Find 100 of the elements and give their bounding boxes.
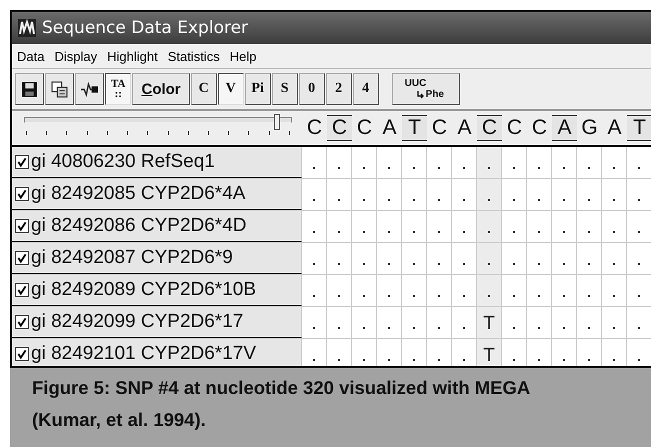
slider-thumb[interactable]: [274, 114, 280, 130]
toolbar-button[interactable]: 4: [352, 73, 379, 105]
checkbox[interactable]: [15, 187, 29, 201]
table-cell: .: [427, 211, 452, 242]
site-header-cell: A: [552, 115, 577, 141]
table-cell: .: [352, 243, 377, 274]
table-cell: .: [527, 179, 552, 210]
menu-item[interactable]: Highlight: [107, 48, 158, 64]
table-cell: .: [352, 275, 377, 306]
toolbar-button[interactable]: 2: [326, 73, 352, 105]
table-cell: .: [527, 211, 552, 242]
table-cell: .: [427, 243, 452, 274]
table-cell: .: [577, 211, 602, 242]
table-cell: .: [477, 243, 502, 274]
menu-item[interactable]: Help: [230, 48, 256, 64]
table-cell: .: [502, 147, 527, 178]
app-logo-icon: [18, 19, 36, 37]
table-cell: .: [327, 211, 352, 242]
color-button[interactable]: Color: [132, 73, 190, 105]
toolbar-button[interactable]: S: [272, 73, 298, 105]
translate-button[interactable]: TA ::: [105, 73, 132, 105]
table-cell: .: [552, 211, 577, 242]
table-cell: .: [502, 211, 527, 242]
toolbar-button[interactable]: V: [218, 73, 244, 105]
figure-caption: (Kumar, et al. 1994).: [32, 408, 206, 432]
table-cell: .: [577, 179, 602, 210]
table-cell: .: [427, 179, 452, 210]
table-cell: .: [602, 179, 627, 210]
table-cell: .: [577, 307, 602, 338]
table-cell: .: [402, 179, 427, 210]
table-cell: .: [327, 243, 352, 274]
checkbox[interactable]: [15, 315, 29, 329]
table-cell: .: [302, 307, 327, 338]
checkbox[interactable]: [15, 251, 29, 265]
table-cell: .: [352, 307, 377, 338]
table-cell: .: [377, 307, 402, 338]
table-cell: .: [602, 211, 627, 242]
menu-item[interactable]: Statistics: [168, 48, 220, 64]
table-cell: .: [627, 243, 651, 274]
copy-button[interactable]: [45, 73, 74, 105]
table-cell: .: [402, 211, 427, 242]
table-cell: .: [352, 179, 377, 210]
table-cell: .: [327, 307, 352, 338]
table-cell: .: [302, 243, 327, 274]
site-header-cell-text: A: [381, 115, 398, 141]
menu-item[interactable]: Display: [54, 48, 98, 64]
table-cell: .: [402, 147, 427, 178]
codon-button[interactable]: UUC Phe: [392, 73, 460, 105]
table-cell: .: [527, 147, 552, 178]
table-cell: .: [627, 147, 651, 178]
window-title: Sequence Data Explorer: [42, 18, 248, 38]
checkbox[interactable]: [15, 347, 29, 361]
table-cell: .: [427, 307, 452, 338]
save-button[interactable]: [15, 73, 44, 105]
table-cell: .: [427, 275, 452, 306]
table-cell: T: [477, 307, 502, 338]
table-cell: .: [627, 307, 651, 338]
table-cell: .: [477, 275, 502, 306]
site-header-cell: C: [327, 115, 352, 141]
table-cell: T: [477, 339, 502, 366]
table-cell: .: [302, 275, 327, 306]
table-cell: .: [627, 275, 651, 306]
arrow-icon: [416, 90, 425, 98]
table-cell: .: [477, 179, 502, 210]
table-cell: .: [552, 275, 577, 306]
table-cell: .: [527, 243, 552, 274]
table-cell: .: [627, 179, 651, 210]
table-cell: .: [577, 243, 602, 274]
table-cell: .: [377, 211, 402, 242]
checkbox[interactable]: [15, 155, 29, 169]
toolbar-button[interactable]: Pi: [244, 73, 271, 105]
table-cell: .: [327, 179, 352, 210]
variable-sites-button[interactable]: [75, 73, 104, 105]
table-cell: .: [502, 179, 527, 210]
table-cell: .: [602, 275, 627, 306]
checkbox[interactable]: [15, 283, 29, 297]
table-cell: .: [427, 147, 452, 178]
table-cell: .: [502, 307, 527, 338]
menu-item[interactable]: Data: [17, 48, 44, 64]
table-cell: .: [577, 147, 602, 178]
table-cell: .: [502, 243, 527, 274]
table-cell: .: [502, 275, 527, 306]
table-cell: .: [602, 243, 627, 274]
table-cell: .: [327, 147, 352, 178]
marker-icon: [81, 80, 98, 98]
site-header-cell-text: C: [306, 115, 324, 141]
toolbar-button[interactable]: C: [190, 73, 217, 105]
table-cell: .: [552, 307, 577, 338]
table-cell: .: [302, 211, 327, 242]
table-cell: .: [377, 243, 402, 274]
table-cell: .: [602, 307, 627, 338]
checkbox[interactable]: [15, 219, 29, 233]
site-header-cell-text: A: [606, 115, 622, 141]
table-cell: .: [302, 147, 327, 178]
site-header-cell: C: [477, 115, 502, 141]
toolbar-button[interactable]: 0: [298, 73, 325, 105]
table-cell: .: [552, 179, 577, 210]
table-cell: .: [402, 307, 427, 338]
copy-icon: [51, 80, 68, 98]
site-header-cell-text: C: [506, 115, 524, 141]
